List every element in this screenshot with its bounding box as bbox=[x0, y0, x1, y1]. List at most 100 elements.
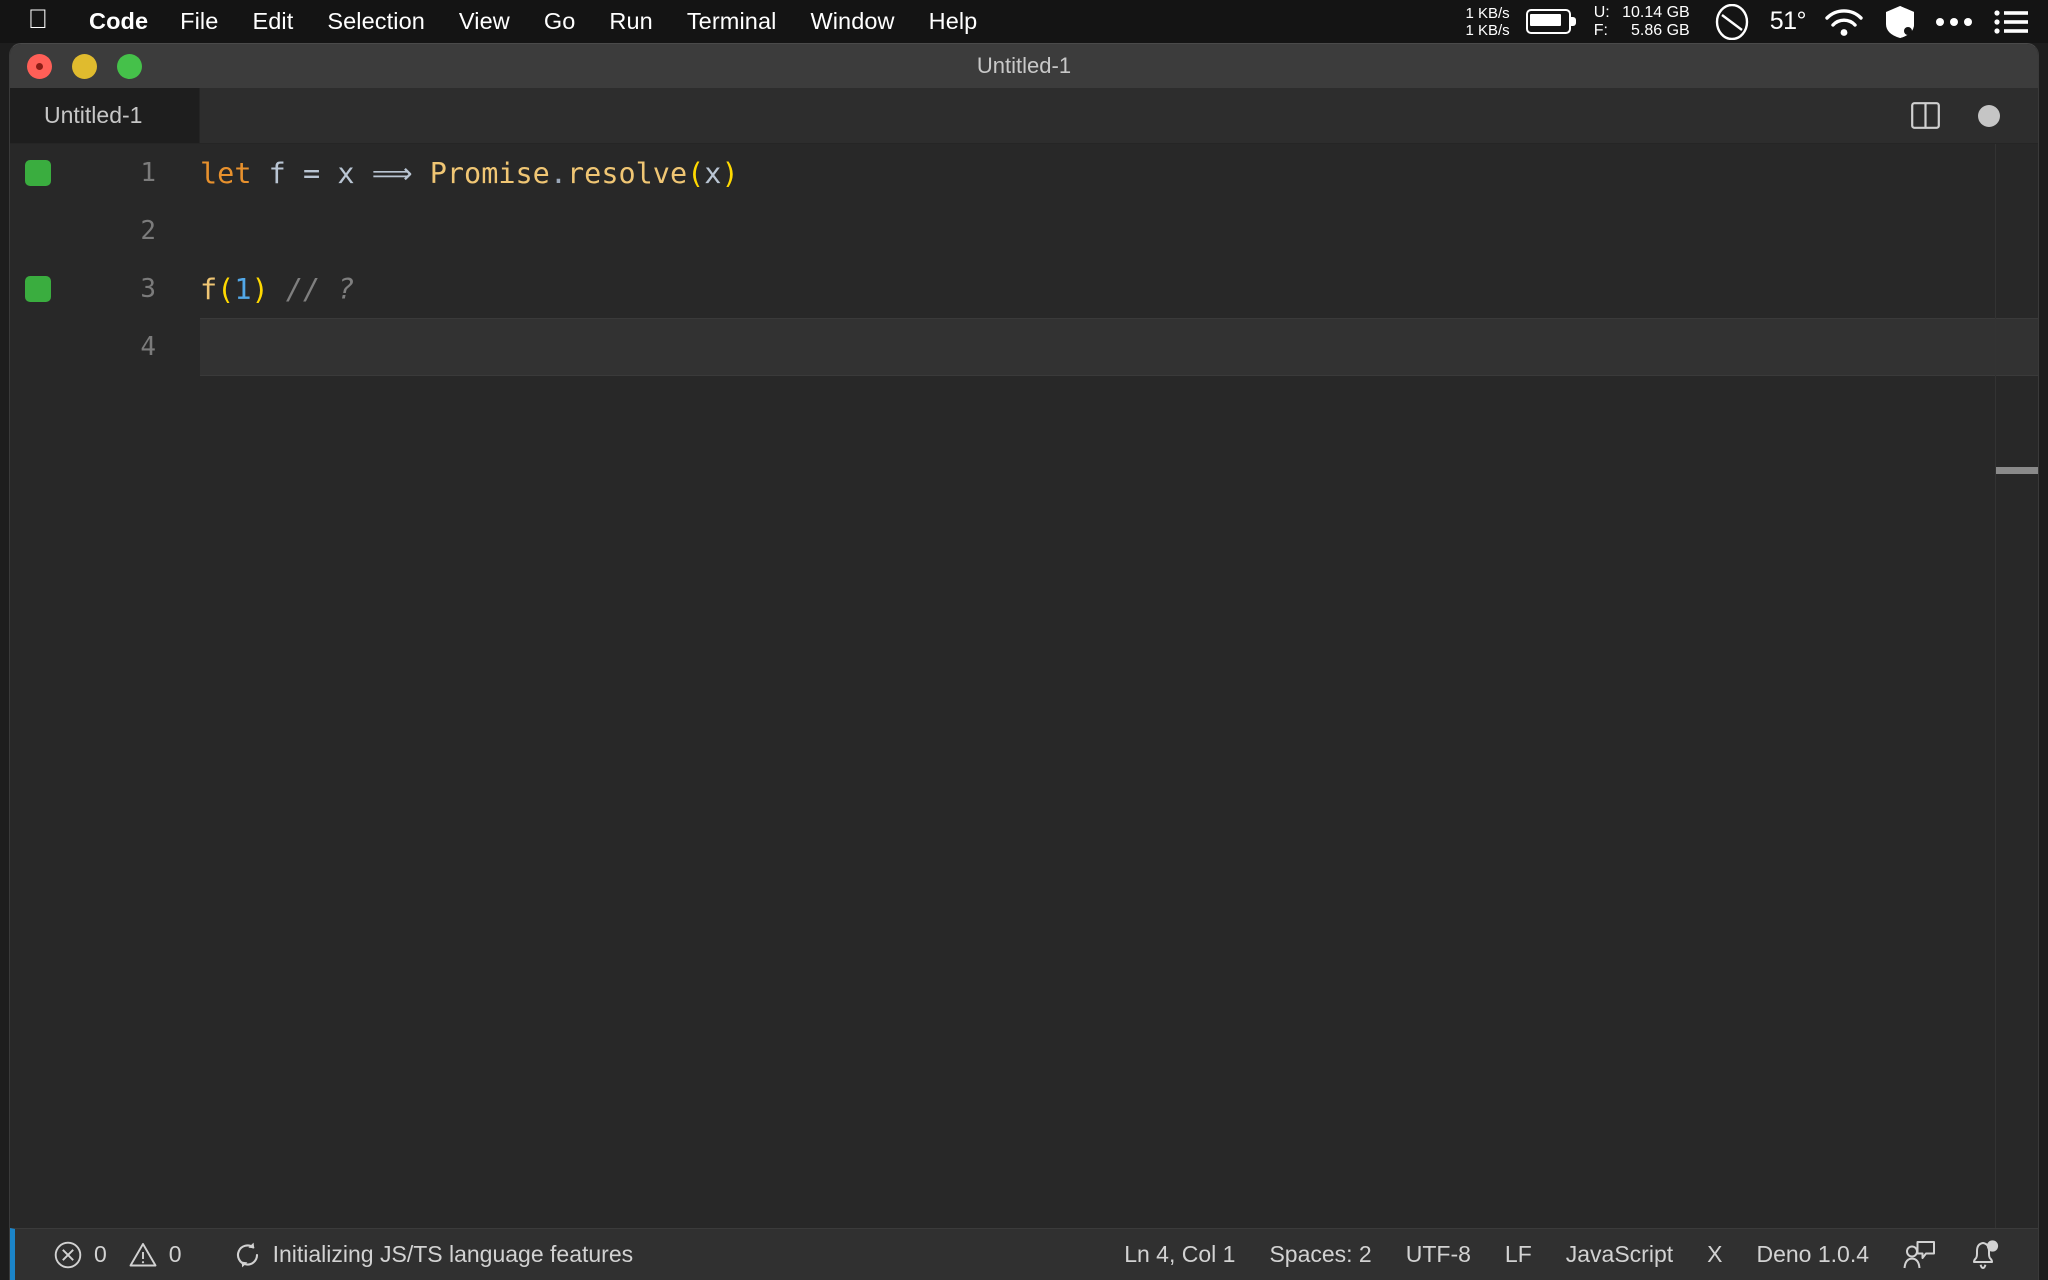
temperature-indicator[interactable]: 51° bbox=[1770, 7, 1807, 36]
line-number: 1 bbox=[140, 158, 156, 188]
zoom-button[interactable] bbox=[117, 53, 142, 79]
indentation-setting[interactable]: Spaces: 2 bbox=[1252, 1241, 1388, 1268]
token-ident: x bbox=[337, 156, 355, 190]
ghost-circle-icon[interactable] bbox=[1710, 3, 1754, 40]
token-keyword: let bbox=[200, 156, 252, 190]
line-number: 4 bbox=[140, 332, 156, 362]
code-editor[interactable]: 1 let f = x ⟹ Promise.resolve(x) 2 3 f(1) //… bbox=[10, 144, 2038, 1228]
unsaved-dot-indicator[interactable] bbox=[1978, 104, 2000, 127]
warning-count: 0 bbox=[168, 1241, 182, 1267]
tab-label: Untitled-1 bbox=[44, 102, 143, 128]
task-status-text: Initializing JS/TS language features bbox=[272, 1241, 634, 1267]
feedback-person-icon[interactable] bbox=[1886, 1239, 1952, 1271]
code-line-2[interactable]: 2 bbox=[10, 202, 2038, 260]
problems-indicator[interactable]: 0 0 bbox=[41, 1240, 194, 1270]
code-text[interactable]: f(1) // ? bbox=[200, 273, 355, 306]
editor-scrollbar-track bbox=[1995, 144, 1996, 1228]
editor-tab-bar: Untitled-1 bbox=[10, 88, 2038, 144]
deno-runtime-version[interactable]: Deno 1.0.4 bbox=[1739, 1241, 1886, 1268]
menu-item-go[interactable]: Go bbox=[527, 8, 593, 35]
run-marker-icon[interactable] bbox=[24, 160, 51, 186]
status-bar-right: Ln 4, Col 1 Spaces: 2 UTF-8 LF JavaScrip… bbox=[1107, 1238, 2038, 1272]
gutter-glyph-margin[interactable] bbox=[10, 276, 65, 302]
code-lines-container[interactable]: 1 let f = x ⟹ Promise.resolve(x) 2 3 f(1) //… bbox=[10, 144, 2038, 1228]
apple-logo-icon[interactable]:  bbox=[26, 6, 50, 34]
menu-bar-status-items: 1 KB/s 1 KB/s U: 10.14 GB F: 5.86 GB 51° bbox=[1466, 0, 2048, 43]
menu-bar-left:  CodeFileEditSelectionViewGoRunTerminal… bbox=[0, 0, 994, 43]
active-line-highlight bbox=[200, 318, 2038, 376]
editor-tab-actions bbox=[1911, 102, 2038, 129]
code-text[interactable]: let f = x ⟹ Promise.resolve(x) bbox=[200, 157, 739, 190]
token-dot: . bbox=[549, 156, 567, 190]
editor-scrollbar-thumb[interactable] bbox=[1996, 467, 2038, 474]
token-paren: ( bbox=[217, 272, 235, 306]
token-num: 1 bbox=[234, 272, 252, 306]
background-task-indicator[interactable]: Initializing JS/TS language features bbox=[222, 1241, 646, 1269]
token-paren: ( bbox=[687, 156, 705, 190]
code-line-4[interactable]: 4 bbox=[10, 318, 2038, 376]
file-encoding[interactable]: UTF-8 bbox=[1389, 1241, 1488, 1268]
line-number: 2 bbox=[140, 216, 156, 246]
menu-item-run[interactable]: Run bbox=[592, 8, 669, 35]
menu-item-selection[interactable]: Selection bbox=[310, 8, 442, 35]
shield-icon[interactable] bbox=[1884, 5, 1916, 39]
window-title-bar: Untitled-1 bbox=[10, 44, 2038, 88]
menu-item-terminal[interactable]: Terminal bbox=[670, 8, 794, 35]
menu-item-help[interactable]: Help bbox=[912, 8, 995, 35]
list-menu-icon[interactable] bbox=[1994, 9, 2028, 35]
menu-item-code[interactable]: Code bbox=[74, 8, 163, 35]
menu-item-view[interactable]: View bbox=[442, 8, 527, 35]
close-language-button[interactable]: X bbox=[1690, 1241, 1739, 1268]
mac-menu-bar:  CodeFileEditSelectionViewGoRunTerminal… bbox=[0, 0, 2048, 43]
menu-item-file[interactable]: File bbox=[163, 8, 235, 35]
cursor-position[interactable]: Ln 4, Col 1 bbox=[1107, 1241, 1252, 1268]
token-func: f bbox=[200, 272, 218, 306]
network-speed-indicator[interactable]: 1 KB/s 1 KB/s bbox=[1466, 5, 1510, 39]
run-marker-icon[interactable] bbox=[24, 276, 51, 302]
sync-spinner-icon bbox=[234, 1241, 262, 1269]
error-count: 0 bbox=[94, 1241, 107, 1267]
memory-used-label: U: bbox=[1593, 3, 1610, 21]
traffic-light-buttons bbox=[10, 53, 142, 79]
wifi-icon[interactable] bbox=[1822, 7, 1866, 37]
memory-free-value: 5.86 GB bbox=[1630, 21, 1690, 39]
token-paren: ) bbox=[251, 272, 269, 306]
line-number: 3 bbox=[140, 274, 156, 304]
code-line-3[interactable]: 3 f(1) // ? bbox=[10, 260, 2038, 318]
menu-item-window[interactable]: Window bbox=[793, 8, 911, 35]
token-func: resolve bbox=[567, 156, 688, 190]
battery-icon[interactable] bbox=[1525, 9, 1576, 34]
error-circle-icon bbox=[53, 1240, 83, 1270]
network-down-speed: 1 KB/s bbox=[1465, 21, 1510, 39]
notification-bell-icon[interactable] bbox=[1952, 1238, 2016, 1272]
token-op: = bbox=[303, 156, 321, 190]
token-ident: f bbox=[268, 156, 286, 190]
close-button[interactable] bbox=[27, 53, 52, 79]
status-bar: 0 0 Initializing JS/TS language features… bbox=[10, 1228, 2038, 1280]
vscode-window: Untitled-1 Untitled-1 1 let f = x ⟹ Promi… bbox=[9, 43, 2039, 1280]
ellipsis-icon[interactable] bbox=[1936, 17, 1972, 26]
split-editor-icon[interactable] bbox=[1911, 102, 1940, 129]
end-of-line-sequence[interactable]: LF bbox=[1488, 1241, 1549, 1268]
memory-free-label: F: bbox=[1593, 21, 1608, 39]
editor-tab-untitled-1[interactable]: Untitled-1 bbox=[10, 88, 200, 143]
language-mode[interactable]: JavaScript bbox=[1549, 1241, 1690, 1268]
status-bar-left: 0 0 Initializing JS/TS language features bbox=[15, 1240, 645, 1270]
token-ident: x bbox=[704, 156, 722, 190]
minimize-button[interactable] bbox=[72, 53, 97, 79]
token-class: Promise bbox=[429, 156, 550, 190]
code-line-1[interactable]: 1 let f = x ⟹ Promise.resolve(x) bbox=[10, 144, 2038, 202]
gutter-glyph-margin[interactable] bbox=[10, 160, 65, 186]
memory-used-value: 10.14 GB bbox=[1622, 3, 1690, 21]
menu-item-edit[interactable]: Edit bbox=[235, 8, 310, 35]
window-title: Untitled-1 bbox=[976, 53, 1072, 78]
token-comment: // ? bbox=[285, 272, 355, 306]
memory-indicator[interactable]: U: 10.14 GB F: 5.86 GB bbox=[1594, 4, 1690, 40]
token-paren: ) bbox=[721, 156, 739, 190]
